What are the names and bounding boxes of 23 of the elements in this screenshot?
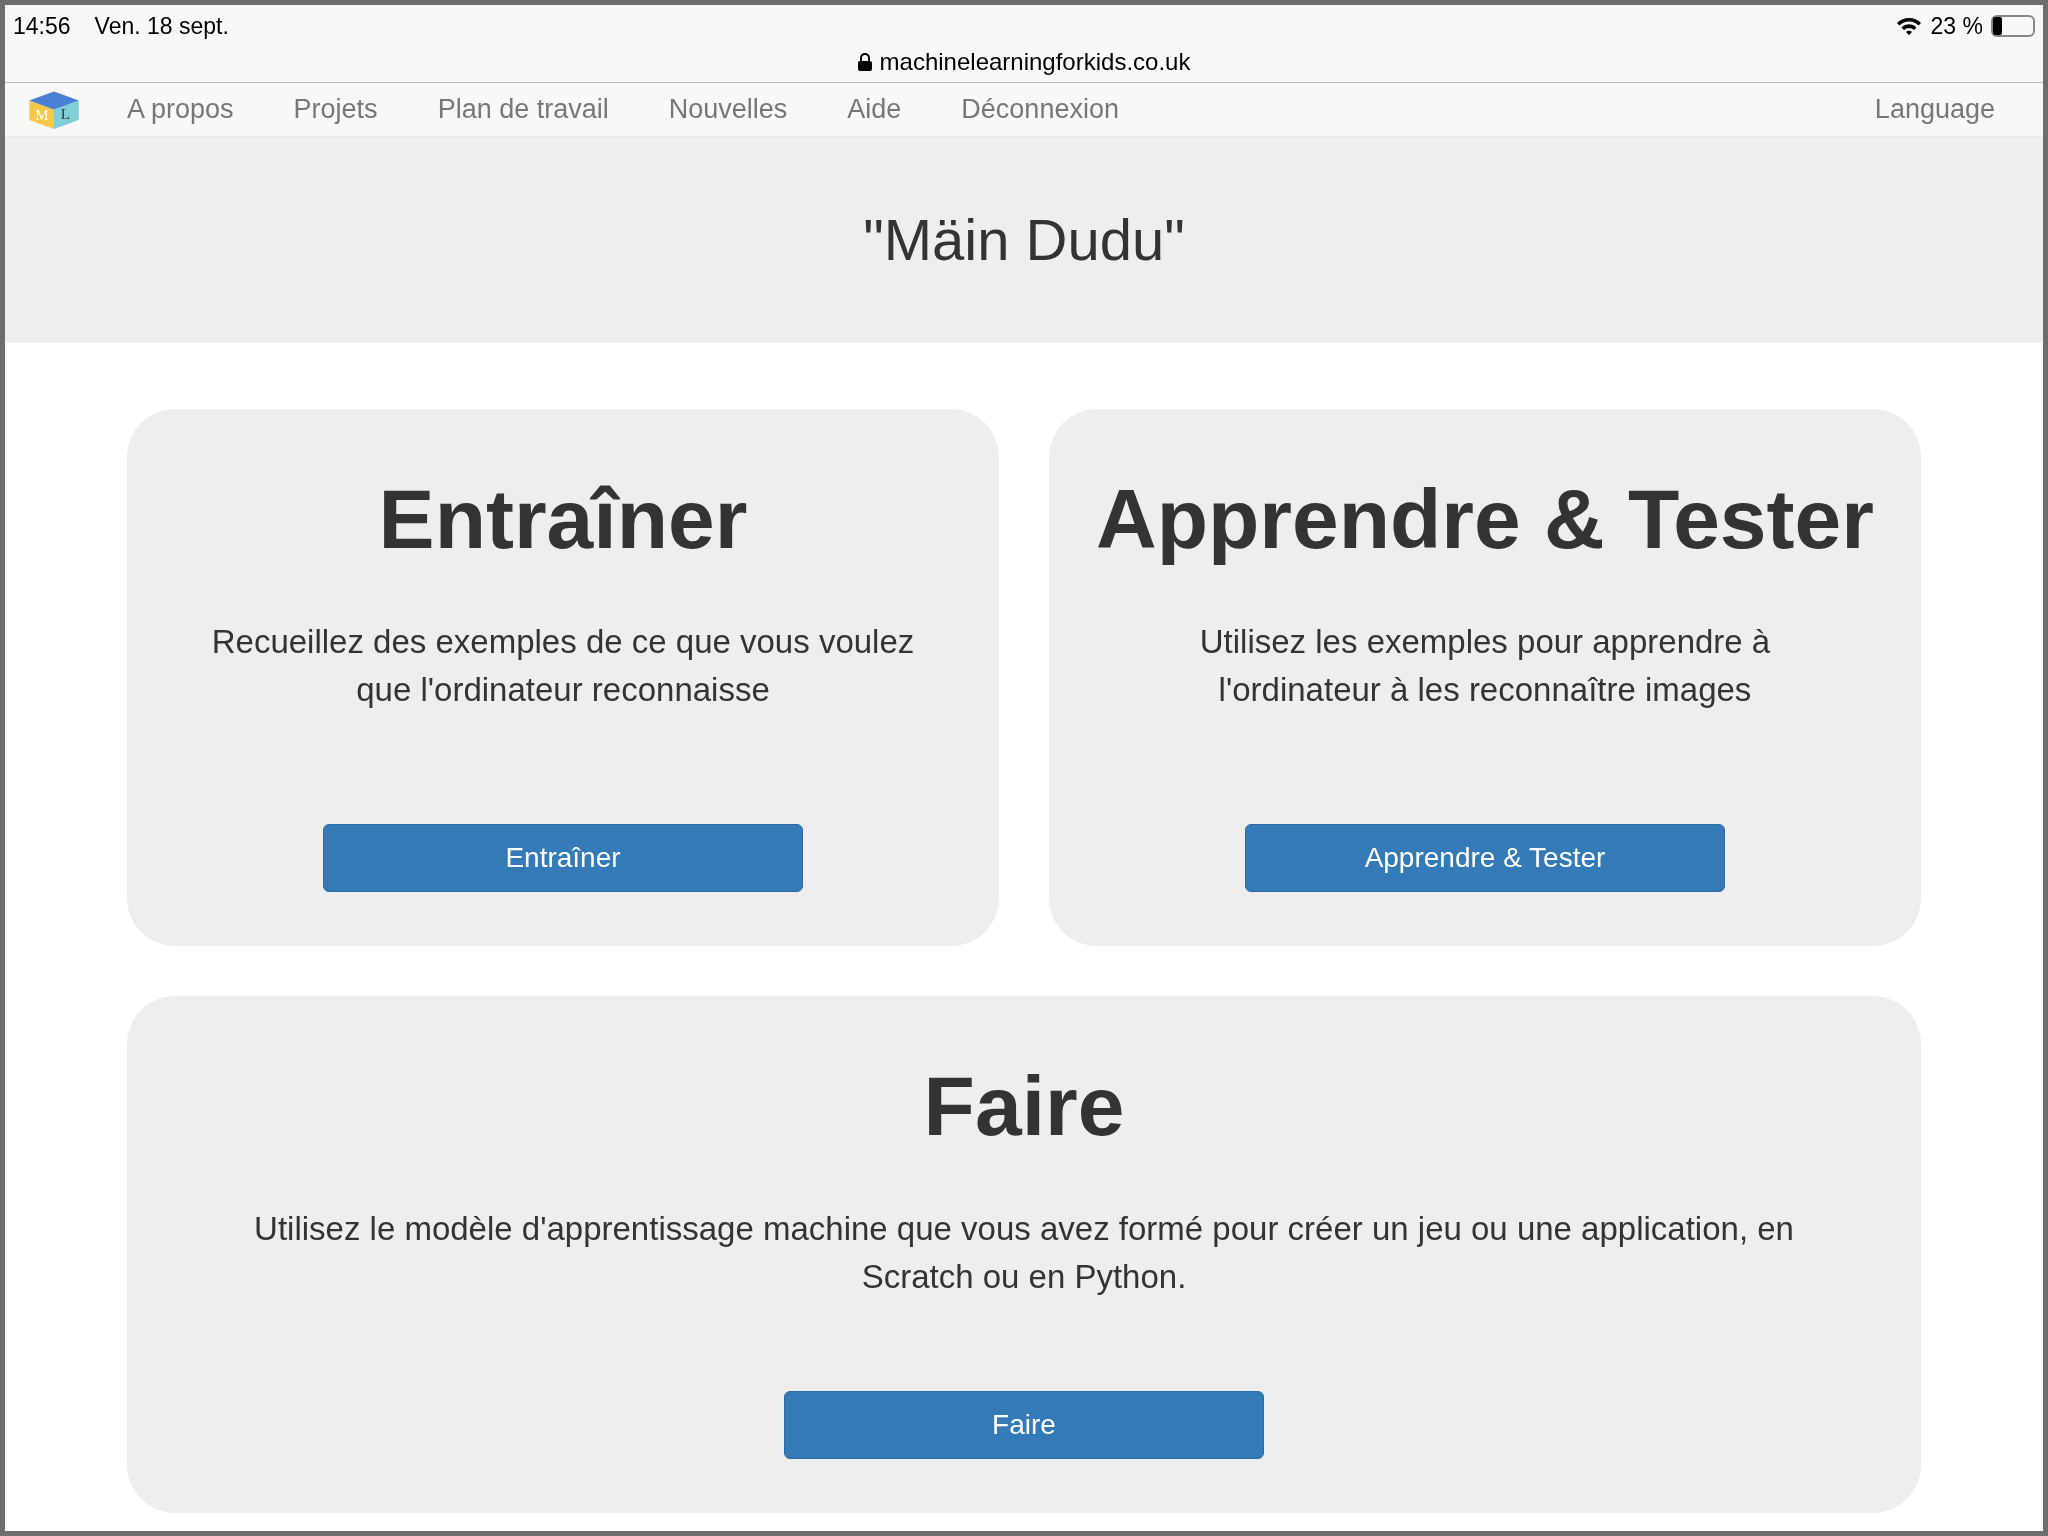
action-button[interactable]: Entraîner [323, 823, 803, 892]
nav-link[interactable]: Aide [847, 89, 902, 130]
card-description: Utilisez le modèle d'apprentissage machine que vous avez formé pour créer un jeu ou une application, en Scratch ou en Python. [253, 1208, 1795, 1297]
lock-icon [857, 52, 872, 71]
nav-link[interactable]: Plan de travail [437, 89, 609, 130]
status-date: Ven. 18 sept. [94, 12, 229, 41]
card-title: Faire [922, 1057, 1126, 1155]
card-description: Utilisez les exemples pour apprendre à l'ordinateur à les reconnaître images [1198, 621, 1772, 710]
language-menu[interactable]: Language [1874, 89, 1995, 130]
card-description: Recueillez des exemples de ce que vous voulez que l'ordinateur reconnaisse [210, 621, 916, 710]
nav-link[interactable]: A propos [127, 89, 234, 130]
battery-icon [1991, 15, 2035, 38]
battery-percent: 23 % [1930, 12, 1983, 41]
nav-link[interactable]: Projets [293, 89, 378, 130]
nav-link[interactable]: Déconnexion [961, 89, 1119, 130]
card-title: Apprendre & Tester [1095, 471, 1875, 568]
card-title: Entraîner [377, 471, 749, 568]
nav-link[interactable]: Nouvelles [668, 89, 788, 130]
action-button[interactable]: Apprendre & Tester [1245, 823, 1725, 892]
status-time: 14:56 [13, 12, 71, 41]
page-title: "Mäin Dudu" [863, 206, 1185, 275]
address-url[interactable]: machinelearningforkids.co.uk [879, 43, 1191, 80]
action-button[interactable]: Faire [784, 1390, 1264, 1459]
